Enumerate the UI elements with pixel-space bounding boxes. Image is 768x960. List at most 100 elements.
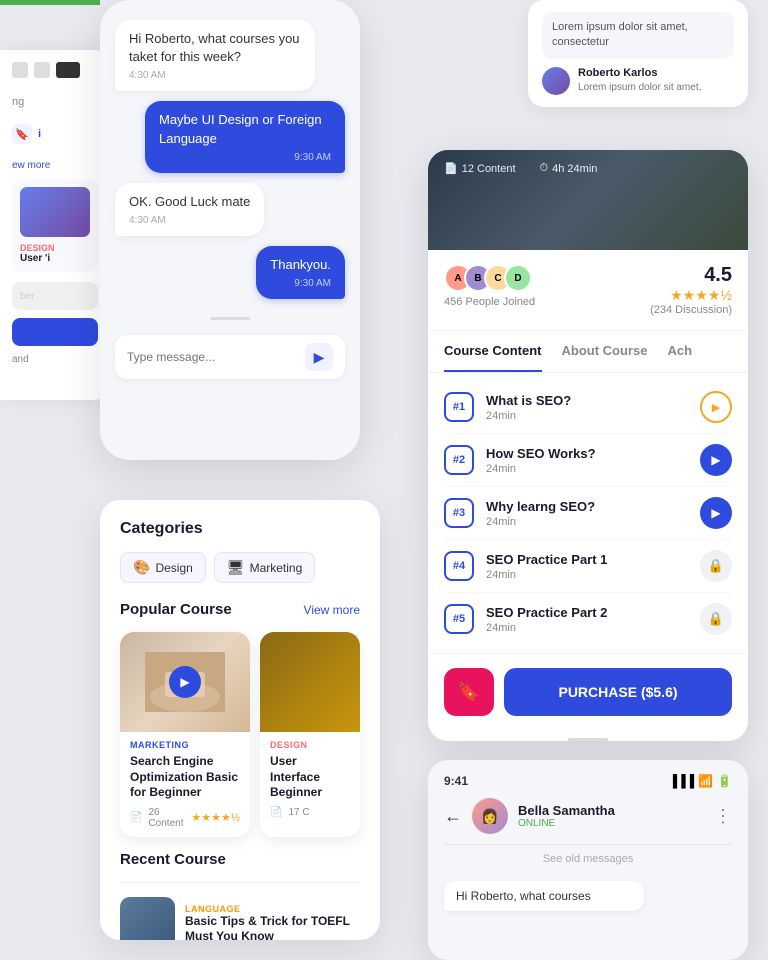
books-image (260, 632, 360, 732)
chat-screen-2: 9:41 ▐▐▐ 📶 🔋 ← 👩 Bella Samantha ONLINE ⋮… (428, 760, 748, 960)
item-action-lock-4: 🔒 (700, 550, 732, 582)
item-duration-5: 24min (486, 622, 688, 634)
rating-row: A B C D 456 People Joined 4.5 ★★★★½ (234… (444, 264, 732, 316)
send-button[interactable]: ▶ (305, 343, 333, 371)
rating-number: 4.5 (650, 264, 732, 287)
chat2-online-status: ONLINE (518, 818, 615, 829)
nav-label-active: i (38, 128, 41, 140)
screen-container: ng 🔖 i ew more DESIGN User 'i ber and Hi… (0, 0, 768, 960)
chat2-header: ← 👩 Bella Samantha ONLINE ⋮ (444, 798, 732, 845)
chat2-bubble: Hi Roberto, what courses (444, 881, 644, 911)
bubble-lorem-1: Lorem ipsum dolor sit amet, consectetur (542, 12, 734, 59)
chat2-contact-info: Bella Samantha ONLINE (518, 803, 615, 829)
item-duration-1: 24min (486, 410, 688, 422)
top-right-fragment: Lorem ipsum dolor sit amet, consectetur … (528, 0, 748, 107)
msg-time-1: 4:30 AM (129, 70, 301, 81)
item-action-lock-5: 🔒 (700, 603, 732, 635)
course-name-design: User Interface Beginner (270, 754, 350, 801)
item-info-2: How SEO Works? 24min (486, 446, 688, 475)
course-detail-panel: 📄 12 Content ⏱ 4h 24min A B C D (428, 150, 748, 741)
popular-course-header: Popular Course View more (120, 601, 360, 618)
course-badge-marketing: MARKETING (130, 740, 240, 750)
fragment-input[interactable]: ber (12, 282, 98, 310)
see-old-messages[interactable]: See old messages (444, 845, 732, 873)
bookmark-icon: 🔖 (458, 682, 480, 703)
item-number-2: #2 (444, 445, 474, 475)
recent-course-info: LANGUAGE Basic Tips & Trick for TOEFL Mu… (185, 904, 360, 940)
course-meta-marketing: 📄 26 Content ★★★★½ (130, 807, 240, 829)
signal-icon (12, 62, 28, 78)
back-button[interactable]: ← (444, 806, 462, 827)
item-action-play-2[interactable]: ▶ (700, 444, 732, 476)
recent-course-section: Recent Course LANGUAGE Basic Tips & Tric… (120, 851, 360, 940)
course-item-1: #1 What is SEO? 24min ▶ (444, 381, 732, 434)
view-more-fragment[interactable]: ew more (12, 160, 98, 171)
item-number-4: #4 (444, 551, 474, 581)
rating-count: (234 Discussion) (650, 304, 732, 316)
item-title-4: SEO Practice Part 1 (486, 552, 688, 567)
msg-text-2: Maybe UI Design or Foreign Language (159, 111, 331, 147)
detail-scroll-indicator (568, 738, 608, 741)
purchase-button[interactable]: PURCHASE ($5.6) (504, 668, 732, 716)
signal-bars-icon: ▐▐▐ (669, 774, 695, 788)
fragment-input-placeholder: ber (20, 291, 34, 302)
content-tabs: Course Content About Course Ach (428, 331, 748, 373)
rating-stars: ★★★★½ (650, 287, 732, 304)
nav-icon: 🔖 (12, 124, 32, 144)
content-icon-design: 📄 (270, 807, 282, 818)
top-bar-green (0, 0, 100, 5)
fragment-small-card: DESIGN User 'i (12, 179, 98, 272)
item-duration-2: 24min (486, 463, 688, 475)
item-info-3: Why learng SEO? 24min (486, 499, 688, 528)
view-more-link[interactable]: View more (304, 603, 360, 617)
msg-time-2: 9:30 AM (159, 152, 331, 163)
course-meta-design: 📄 17 C (270, 807, 350, 818)
course-card-design: DESIGN User Interface Beginner 📄 17 C (260, 632, 360, 837)
content-count-marketing: 26 Content (148, 807, 185, 829)
item-number-5: #5 (444, 604, 474, 634)
item-number-1: #1 (444, 392, 474, 422)
item-action-play-3[interactable]: ▶ (700, 497, 732, 529)
item-title-2: How SEO Works? (486, 446, 688, 461)
bookmark-button[interactable]: 🔖 (444, 668, 494, 716)
chat-messages: Hi Roberto, what courses you taket for t… (115, 20, 345, 309)
duration-text: 4h 24min (552, 163, 597, 175)
fragment-btn[interactable] (12, 318, 98, 346)
course-info-bar: A B C D 456 People Joined 4.5 ★★★★½ (234… (428, 250, 748, 331)
chat-input-bar: ▶ (115, 335, 345, 379)
nav-item-ng[interactable]: ng (12, 88, 98, 116)
design-label: Design (155, 561, 192, 575)
nav-label: ng (12, 96, 24, 108)
chat2-avatar: 👩 (472, 798, 508, 834)
tab-course-content[interactable]: Course Content (444, 331, 542, 372)
chat-input[interactable] (127, 350, 305, 364)
wifi-icon-chat2: 📶 (698, 774, 713, 788)
category-tag-design[interactable]: 🎨 Design (120, 552, 206, 583)
category-tag-marketing[interactable]: 🖥 Marketing (214, 552, 315, 583)
course-card-body-design: DESIGN User Interface Beginner 📄 17 C (260, 732, 360, 826)
content-icon-marketing: 📄 (130, 812, 142, 823)
recent-course-img (120, 897, 175, 940)
play-button-marketing[interactable]: ▶ (169, 666, 201, 698)
msg-text-1: Hi Roberto, what courses you taket for t… (129, 30, 301, 66)
item-action-play-outline-1[interactable]: ▶ (700, 391, 732, 423)
course-card-body-marketing: MARKETING Search Engine Optimization Bas… (120, 732, 250, 837)
msg-time-3: 4:30 AM (129, 215, 250, 226)
duration-badge: ⏱ 4h 24min (540, 162, 598, 175)
more-options-button[interactable]: ⋮ (714, 806, 732, 827)
course-hero: 📄 12 Content ⏱ 4h 24min (428, 150, 748, 250)
item-info-5: SEO Practice Part 2 24min (486, 605, 688, 634)
tab-achievements[interactable]: Ach (667, 331, 692, 372)
course-item-5: #5 SEO Practice Part 2 24min 🔒 (444, 593, 732, 645)
marketing-label: Marketing (250, 561, 303, 575)
popular-course-title: Popular Course (120, 601, 232, 618)
chat2-contact-name: Bella Samantha (518, 803, 615, 818)
course-badge-design: DESIGN (270, 740, 350, 750)
tab-about-course[interactable]: About Course (562, 331, 648, 372)
msg-received-2: OK. Good Luck mate 4:30 AM (115, 183, 264, 236)
nav-item-active[interactable]: 🔖 i (12, 116, 98, 152)
item-duration-4: 24min (486, 569, 688, 581)
scroll-indicator (210, 317, 250, 320)
left-fragment-panel: ng 🔖 i ew more DESIGN User 'i ber and (0, 50, 110, 400)
course-item-2: #2 How SEO Works? 24min ▶ (444, 434, 732, 487)
